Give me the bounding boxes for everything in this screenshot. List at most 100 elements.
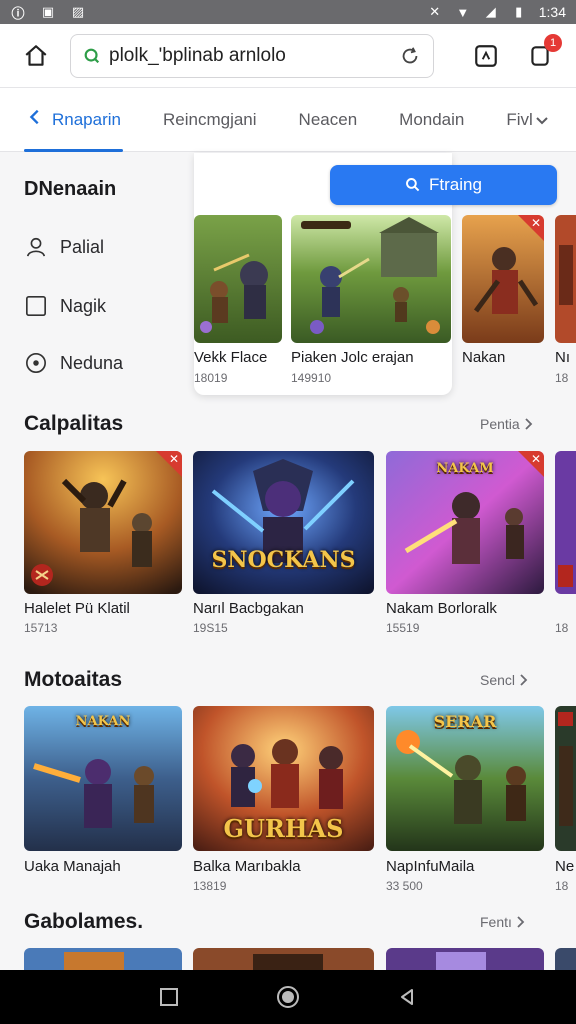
chevron-down-icon bbox=[536, 116, 548, 124]
chevron-right-icon bbox=[517, 916, 525, 928]
game-logo-text: NAKAN bbox=[75, 714, 131, 729]
tab-mondain[interactable]: Mondain bbox=[397, 88, 466, 152]
game-stat: 15713 bbox=[24, 621, 58, 635]
game-logo-text: NAKAM bbox=[436, 461, 494, 476]
tab-reincmgjani[interactable]: Reincmgjani bbox=[161, 88, 259, 152]
tab-rnaparin[interactable]: Rnaparin bbox=[24, 88, 123, 152]
tab-neacen[interactable]: Neacen bbox=[297, 88, 360, 152]
status-time: 1:34 bbox=[538, 4, 566, 20]
game-thumbnail bbox=[555, 706, 576, 851]
game-title: Balka Marıbakla bbox=[193, 858, 301, 875]
game-thumbnail: SNOCKANS bbox=[193, 451, 374, 594]
section-title: Gabolames. bbox=[24, 910, 144, 933]
see-all-link[interactable]: Sencl bbox=[480, 672, 529, 688]
info-icon: ⓘ bbox=[11, 5, 25, 21]
recents-button[interactable] bbox=[155, 983, 183, 1011]
game-stat: 149910 bbox=[291, 371, 332, 385]
game-logo-text: SERAR bbox=[433, 712, 497, 731]
game-stat: 18019 bbox=[194, 371, 228, 385]
reload-icon[interactable] bbox=[399, 45, 421, 67]
drawer-item-nagik[interactable]: Nagik bbox=[24, 294, 106, 318]
system-nav-bar bbox=[0, 970, 576, 1024]
section-title: Motoaitas bbox=[24, 668, 123, 691]
search-icon bbox=[26, 108, 44, 131]
game-title: Uaka Manajah bbox=[24, 858, 121, 875]
drawer-item-neduna[interactable]: Neduna bbox=[24, 351, 123, 375]
game-stat: 18 bbox=[555, 371, 569, 385]
game-stat: 18 bbox=[555, 879, 569, 893]
signal-icon: ◢ bbox=[485, 4, 496, 19]
filter-drawer: DNenaain Palial Nagik Neduna bbox=[0, 153, 194, 401]
recents-icon bbox=[160, 988, 179, 1006]
game-title: NapInfuMaila bbox=[386, 858, 475, 875]
see-all-link[interactable]: Fentı bbox=[480, 914, 526, 930]
game-thumbnail bbox=[555, 451, 576, 594]
game-title: Nı bbox=[555, 349, 570, 366]
game-thumbnail: SERAR bbox=[386, 706, 544, 851]
game-stat: 13819 bbox=[193, 879, 227, 893]
chevron-right-icon bbox=[525, 418, 532, 430]
back-icon bbox=[400, 989, 413, 1005]
url-field[interactable]: plolk_'bplinab arnlolo bbox=[70, 33, 434, 78]
back-button[interactable] bbox=[393, 983, 421, 1011]
see-all-label: Pentia bbox=[480, 416, 520, 432]
game-title: Vekk Flace bbox=[194, 349, 268, 366]
game-title: Piaken Jolc erajan bbox=[291, 349, 414, 366]
section-title: Calpalitas bbox=[24, 412, 124, 435]
drawer-title: DNenaain bbox=[24, 178, 117, 200]
battery-icon: ▮ bbox=[515, 4, 523, 19]
game-stat: 18 bbox=[555, 621, 569, 635]
url-text: plolk_'bplinab arnlolo bbox=[109, 44, 286, 66]
tabs-icon bbox=[475, 44, 497, 67]
game-thumbnail bbox=[555, 948, 576, 970]
search-button-label: Ftraing bbox=[429, 175, 482, 194]
game-thumbnail bbox=[24, 948, 182, 970]
game-thumbnail bbox=[386, 948, 544, 970]
game-stat: 19S15 bbox=[193, 621, 228, 635]
game-title: Halelet Pü Klatil bbox=[24, 600, 130, 617]
user-icon bbox=[24, 235, 48, 259]
tabs-button[interactable] bbox=[470, 40, 502, 72]
browser-toolbar: plolk_'bplinab arnlolo 1 bbox=[0, 24, 576, 88]
game-thumbnail: ✕ bbox=[24, 451, 182, 594]
download-icon: ▣ bbox=[41, 4, 55, 19]
drawer-item-label: Nagik bbox=[60, 295, 107, 316]
home-button[interactable] bbox=[14, 34, 58, 78]
game-logo-text: SNOCKANS bbox=[211, 547, 356, 573]
mute-icon: ✕ bbox=[429, 4, 441, 19]
tab-label: Mondain bbox=[399, 109, 465, 129]
game-title: Narıl Bacbgakan bbox=[193, 600, 304, 617]
search-button[interactable]: Ftraing bbox=[330, 165, 557, 205]
secure-icon bbox=[84, 48, 100, 63]
image-icon: ▨ bbox=[71, 4, 85, 19]
game-title: Nakan bbox=[462, 349, 506, 366]
game-title: Nakam Borloralk bbox=[386, 600, 497, 617]
game-stat: 15519 bbox=[386, 621, 420, 635]
game-thumbnail: NAKAN bbox=[24, 706, 182, 851]
game-thumbnail bbox=[291, 215, 451, 343]
game-thumbnail bbox=[555, 215, 576, 343]
tab-label: Neacen bbox=[298, 109, 358, 129]
drawer-item-label: Neduna bbox=[60, 352, 124, 373]
search-icon bbox=[406, 178, 420, 192]
game-thumbnail: NAKAM ✕ bbox=[386, 451, 544, 594]
drawer-item-palial[interactable]: Palial bbox=[24, 235, 104, 259]
see-all-link[interactable]: Pentia bbox=[480, 416, 534, 432]
home-icon bbox=[25, 44, 47, 66]
tab-label: Rnaparin bbox=[52, 109, 121, 129]
tab-fivl[interactable]: Fivl bbox=[504, 88, 550, 152]
tab-label: Reincmgjani bbox=[163, 109, 257, 129]
notification-button[interactable]: 1 bbox=[524, 33, 562, 72]
home-circle-icon bbox=[276, 986, 299, 1008]
game-thumbnail bbox=[193, 948, 374, 970]
game-thumbnail: GURHAS bbox=[193, 706, 374, 851]
radio-icon bbox=[24, 351, 48, 375]
game-stat: 33 500 bbox=[386, 879, 423, 893]
see-all-label: Sencl bbox=[480, 672, 516, 688]
category-tabs: Rnaparin Reincmgjani Neacen Mondain Fivl bbox=[0, 88, 576, 152]
home-nav-button[interactable] bbox=[274, 983, 302, 1011]
tab-label: Fivl bbox=[506, 109, 533, 129]
game-thumbnail bbox=[194, 215, 282, 343]
checkbox-icon bbox=[24, 294, 48, 318]
game-title: Ne bbox=[555, 858, 575, 875]
